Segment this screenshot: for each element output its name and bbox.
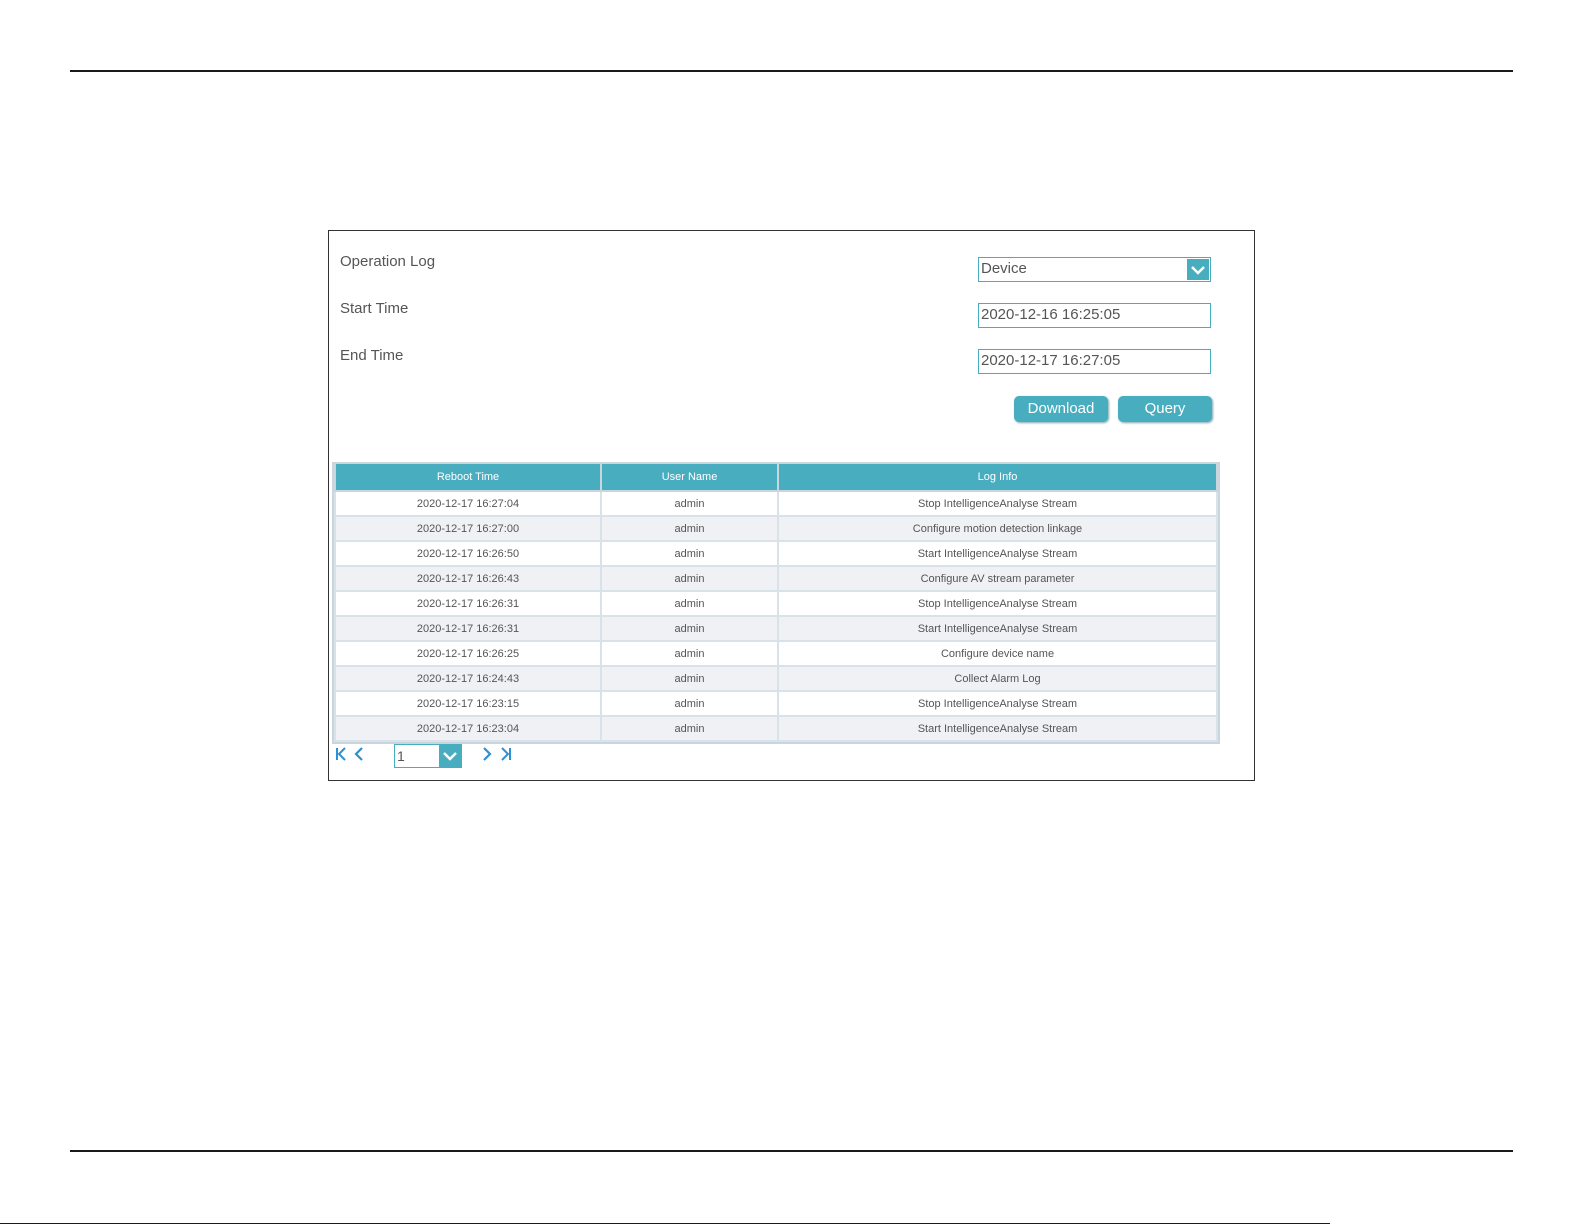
log-info-cell: Stop IntelligenceAnalyse Stream [777,690,1218,717]
log-info-cell: Configure AV stream parameter [777,565,1218,592]
query-button[interactable]: Query [1118,396,1212,422]
column-header-log-info[interactable]: Log Info [777,464,1218,492]
download-button[interactable]: Download [1014,396,1108,422]
prev-page-icon[interactable] [352,746,366,762]
reboot-time-cell: 2020-12-17 16:26:31 [334,615,602,642]
start-time-label: Start Time [340,300,409,317]
user-name-cell: admin [600,715,779,742]
table-row[interactable]: 2020-12-17 16:26:31 admin Start Intellig… [334,615,1218,642]
end-time-input[interactable]: 2020-12-17 16:27:05 [978,349,1211,374]
log-info-cell: Start IntelligenceAnalyse Stream [777,715,1218,742]
page-select[interactable]: 1 [394,744,462,768]
reboot-time-cell: 2020-12-17 16:23:04 [334,715,602,742]
log-info-cell: Start IntelligenceAnalyse Stream [777,540,1218,567]
log-info-cell: Collect Alarm Log [777,665,1218,692]
table-row[interactable]: 2020-12-17 16:27:00 admin Configure moti… [334,515,1218,542]
table-row[interactable]: 2020-12-17 16:27:04 admin Stop Intellige… [334,490,1218,517]
operation-log-label: Operation Log [340,253,436,270]
reboot-time-cell: 2020-12-17 16:27:00 [334,515,602,542]
column-header-reboot-time[interactable]: Reboot Time [334,464,602,492]
reboot-time-cell: 2020-12-17 16:26:31 [334,590,602,617]
user-name-cell: admin [600,665,779,692]
operation-log-select[interactable]: Device [978,257,1211,282]
first-page-icon[interactable] [334,746,348,762]
chevron-down-icon[interactable] [1187,259,1209,280]
table-row[interactable]: 2020-12-17 16:24:43 admin Collect Alarm … [334,665,1218,692]
start-time-input[interactable]: 2020-12-16 16:25:05 [978,303,1211,328]
column-header-user-name[interactable]: User Name [600,464,779,492]
log-info-cell: Stop IntelligenceAnalyse Stream [777,590,1218,617]
operation-log-value: Device [981,260,1027,277]
user-name-cell: admin [600,590,779,617]
log-table: Reboot Time User Name Log Info 2020-12-1… [332,462,1220,744]
user-name-cell: admin [600,640,779,667]
user-name-cell: admin [600,540,779,567]
chevron-down-icon[interactable] [439,745,461,767]
reboot-time-cell: 2020-12-17 16:24:43 [334,665,602,692]
table-row[interactable]: 2020-12-17 16:26:25 admin Configure devi… [334,640,1218,667]
reboot-time-cell: 2020-12-17 16:27:04 [334,490,602,517]
user-name-cell: admin [600,490,779,517]
reboot-time-cell: 2020-12-17 16:26:25 [334,640,602,667]
page-number: 1 [397,748,405,764]
reboot-time-cell: 2020-12-17 16:23:15 [334,690,602,717]
table-row[interactable]: 2020-12-17 16:26:43 admin Configure AV s… [334,565,1218,592]
table-row[interactable]: 2020-12-17 16:26:31 admin Stop Intellige… [334,590,1218,617]
pagination: 1 [332,742,532,768]
log-info-cell: Configure device name [777,640,1218,667]
log-info-cell: Configure motion detection linkage [777,515,1218,542]
user-name-cell: admin [600,615,779,642]
log-info-cell: Start IntelligenceAnalyse Stream [777,615,1218,642]
table-row[interactable]: 2020-12-17 16:23:15 admin Stop Intellige… [334,690,1218,717]
table-row[interactable]: 2020-12-17 16:23:04 admin Start Intellig… [334,715,1218,742]
footer-rule [0,1223,1330,1224]
end-time-label: End Time [340,347,404,364]
user-name-cell: admin [600,565,779,592]
reboot-time-cell: 2020-12-17 16:26:43 [334,565,602,592]
table-row[interactable]: 2020-12-17 16:26:50 admin Start Intellig… [334,540,1218,567]
next-page-icon[interactable] [480,746,494,762]
last-page-icon[interactable] [499,746,513,762]
reboot-time-cell: 2020-12-17 16:26:50 [334,540,602,567]
log-info-cell: Stop IntelligenceAnalyse Stream [777,490,1218,517]
user-name-cell: admin [600,515,779,542]
operation-log-panel: Operation Log Device Start Time 2020-12-… [328,230,1255,781]
user-name-cell: admin [600,690,779,717]
table-header-row: Reboot Time User Name Log Info [334,464,1218,492]
bottom-rule [70,1150,1513,1152]
top-rule [70,70,1513,72]
